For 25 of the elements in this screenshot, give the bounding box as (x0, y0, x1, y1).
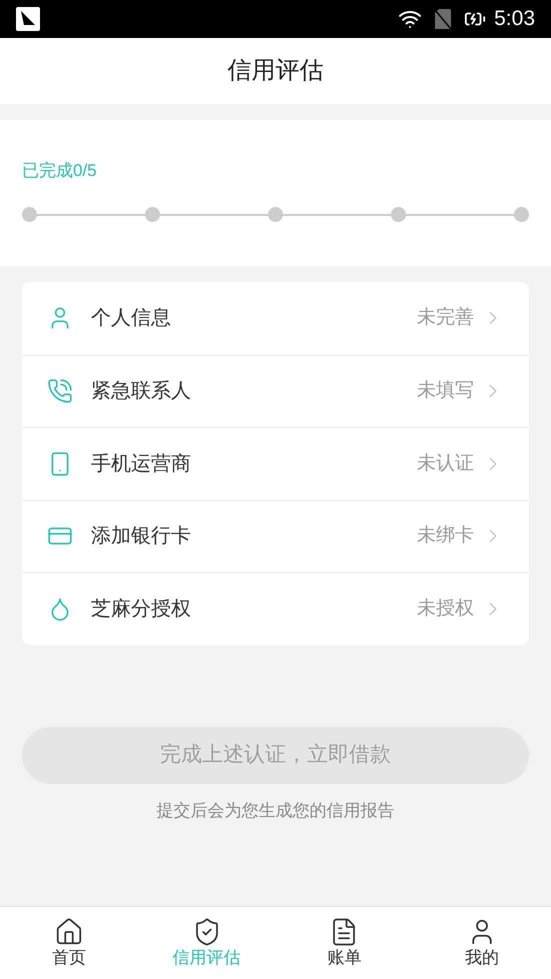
phone-icon (47, 378, 73, 404)
item-status: 未授权 (417, 596, 474, 620)
nav-tab[interactable]: 我的 (413, 907, 551, 979)
item-label: 芝麻分授权 (91, 596, 191, 622)
list-item[interactable]: 个人信息 未完善 (22, 282, 529, 354)
list-item[interactable]: 添加银行卡 未绑卡 (22, 500, 529, 572)
no-sim-icon (434, 8, 452, 30)
item-label: 个人信息 (91, 306, 171, 332)
list-item[interactable]: 芝麻分授权 未授权 (22, 572, 529, 644)
item-label: 添加银行卡 (91, 524, 191, 550)
item-status: 未认证 (417, 452, 474, 476)
list-item[interactable]: 手机运营商 未认证 (22, 427, 529, 500)
item-label: 紧急联系人 (91, 379, 191, 404)
nav-tab[interactable]: 账单 (276, 907, 414, 979)
item-status: 未填写 (417, 379, 474, 403)
item-status: 未完善 (417, 306, 474, 330)
item-label: 手机运营商 (91, 452, 191, 477)
page-title: 信用评估 (228, 56, 324, 86)
progress-label: 已完成0/5 (22, 160, 97, 182)
hint-text: 提交后会为您生成您的信用报告 (156, 800, 394, 822)
app-icon (16, 7, 40, 31)
list-item[interactable]: 紧急联系人 未填写 (22, 354, 529, 427)
item-status: 未绑卡 (417, 524, 474, 548)
clock: 5:03 (494, 6, 535, 32)
nav-tab[interactable]: 首页 (0, 907, 138, 979)
